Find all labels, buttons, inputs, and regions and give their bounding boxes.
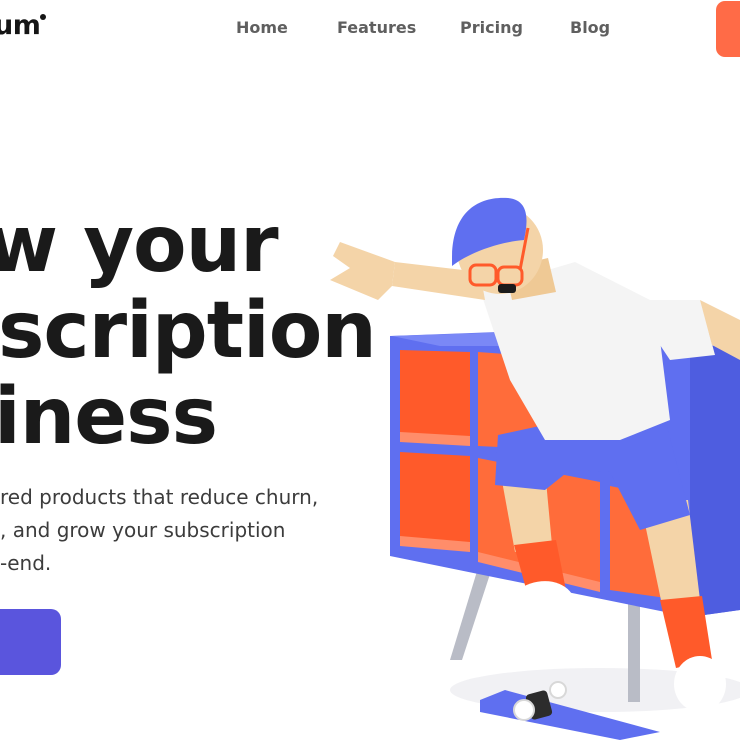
hero-cta-button[interactable]: [0, 609, 61, 675]
nav-link-features[interactable]: Features: [337, 18, 416, 37]
hero-headline-line-3: iness: [0, 372, 218, 462]
hero-subtext-line-3: -end.: [0, 551, 52, 575]
hero-subtext-line-1: red products that reduce churn,: [0, 485, 319, 509]
nav-link-home[interactable]: Home: [236, 18, 288, 37]
skateboarder-illustration: [330, 197, 740, 740]
hero-headline-line-1: w your: [0, 200, 279, 290]
nav-link-blog[interactable]: Blog: [570, 18, 610, 37]
top-navigation: Home Features Pricing Blog: [0, 18, 740, 40]
hero-subtext-line-2: , and grow your subscription: [0, 518, 286, 542]
nav-link-pricing[interactable]: Pricing: [460, 18, 523, 37]
header-cta-button[interactable]: [716, 1, 740, 57]
